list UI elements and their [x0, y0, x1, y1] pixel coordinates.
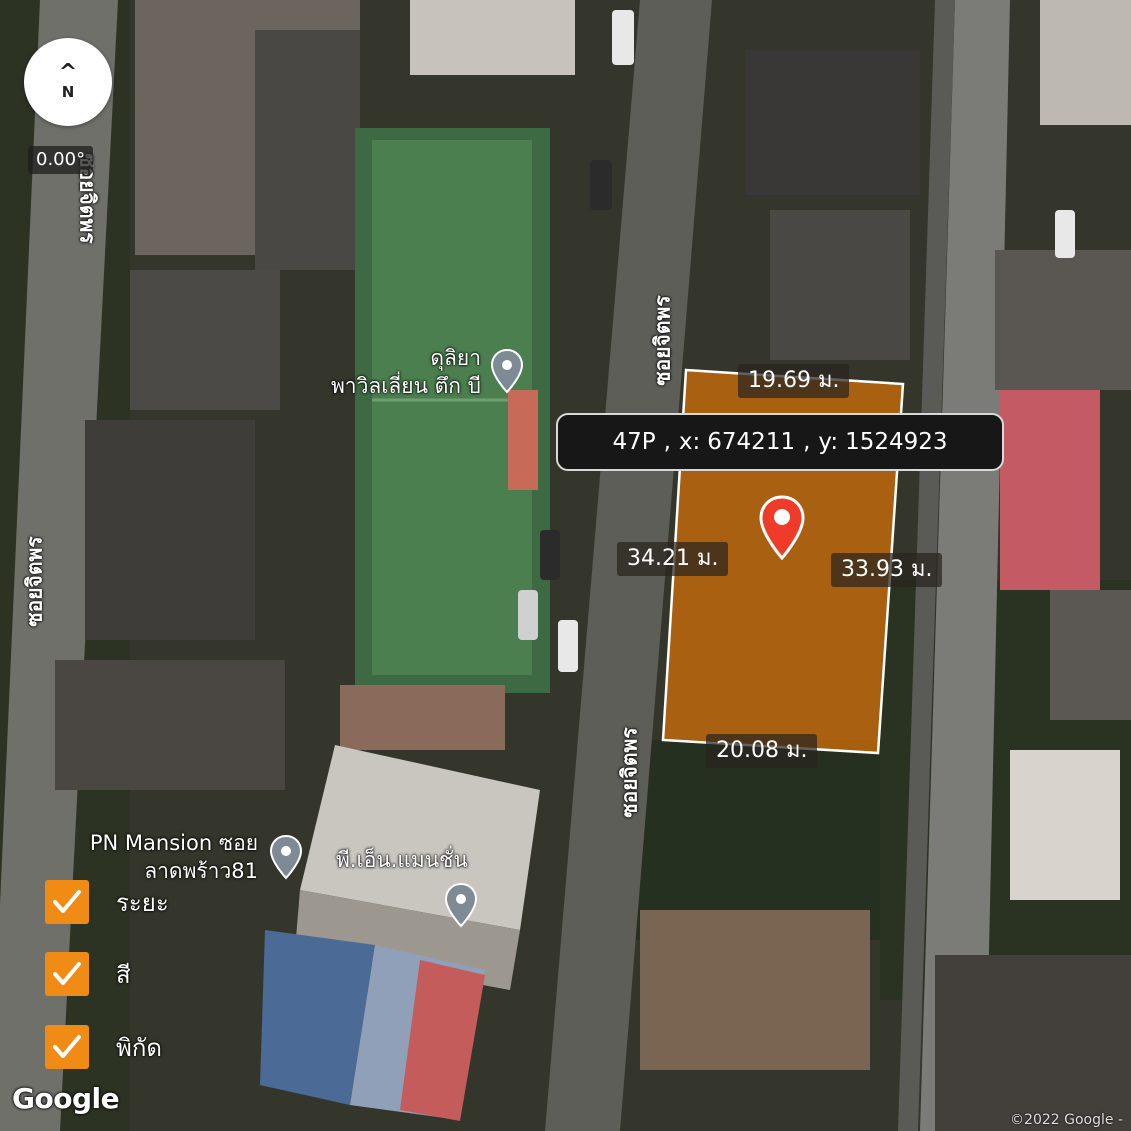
location-pin-icon[interactable] — [757, 494, 807, 562]
map-copyright: ©2022 Google - — [1010, 1112, 1123, 1128]
land-parcel[interactable] — [0, 0, 1131, 1131]
compass-button[interactable]: ^ N — [24, 38, 112, 126]
poi-label-line: พี.เอ็น.แมนชั่น — [336, 848, 468, 872]
x-value: 674211 — [707, 429, 796, 455]
separator: , — [803, 429, 811, 455]
satellite-map[interactable]: ซอยจิตพร ซอยจิตพร ซอยจิตพร ซอยจิตพร ดุลิ… — [0, 0, 1131, 1131]
toggle-color[interactable]: สี — [45, 952, 131, 996]
road-label: ซอยจิตพร — [22, 536, 47, 627]
utm-zone: 47P — [612, 429, 656, 455]
edge-length-left: 34.21 ม. — [617, 542, 729, 576]
coordinate-readout: 47P , x: 674211 , y: 1524923 — [556, 413, 1004, 471]
north-arrow-icon: ^ — [58, 60, 78, 85]
x-label: x: — [678, 429, 701, 455]
checkbox-checked-icon[interactable] — [45, 1025, 89, 1069]
checkbox-checked-icon[interactable] — [45, 952, 89, 996]
poi-label-line: ดุลิยา — [430, 346, 481, 370]
y-value: 1524923 — [845, 429, 948, 455]
place-pin-icon[interactable] — [269, 834, 303, 880]
place-pin-icon[interactable] — [444, 882, 478, 928]
poi-label-pn-mansion[interactable]: PN Mansion ซอย ลาดพร้าว81 — [90, 829, 258, 885]
north-label: N — [61, 83, 75, 101]
poi-label-line: พาวิลเลี่ยน ตึก บี — [330, 374, 481, 398]
toggle-coordinates[interactable]: พิกัด — [45, 1025, 162, 1069]
road-label: ซอยจิตพร — [617, 727, 642, 818]
y-label: y: — [818, 429, 839, 455]
place-pin-icon[interactable] — [490, 348, 524, 394]
road-label: ซอยจิตพร — [650, 295, 675, 386]
google-logo: Google — [12, 1082, 120, 1115]
edge-length-right: 33.93 ม. — [831, 553, 943, 587]
toggle-label: สี — [116, 960, 131, 989]
edge-length-top: 19.69 ม. — [738, 364, 850, 398]
toggle-distance[interactable]: ระยะ — [45, 880, 169, 924]
poi-label-pn-mansion-th[interactable]: พี.เอ็น.แมนชั่น — [336, 846, 468, 874]
separator: , — [663, 429, 671, 455]
poi-label-line: PN Mansion ซอย — [89, 831, 258, 855]
toggle-label: ระยะ — [116, 888, 169, 917]
bearing-readout: 0.00° — [28, 146, 94, 174]
checkbox-checked-icon[interactable] — [45, 880, 89, 924]
toggle-label: พิกัด — [116, 1033, 162, 1062]
poi-label-dulia[interactable]: ดุลิยา พาวิลเลี่ยน ตึก บี — [331, 344, 481, 400]
edge-length-bottom: 20.08 ม. — [706, 734, 818, 768]
